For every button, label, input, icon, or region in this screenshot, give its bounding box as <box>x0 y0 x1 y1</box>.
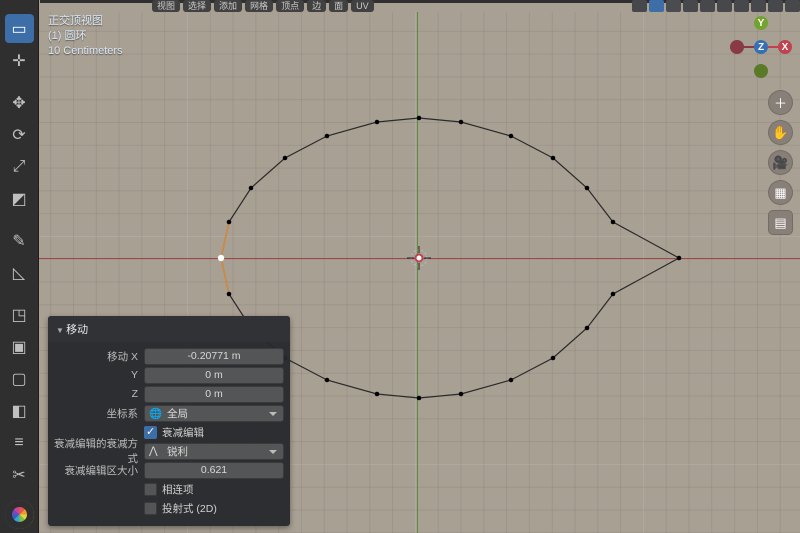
tool-select-box[interactable]: ▭ <box>5 14 34 43</box>
pie-menu-icon[interactable] <box>5 500 34 529</box>
tool-knife[interactable]: ✂ <box>5 460 34 489</box>
menu-4[interactable]: 顶点 <box>276 0 304 12</box>
header-right-toggles[interactable] <box>632 0 800 12</box>
tool-measure[interactable]: ◺ <box>5 258 34 287</box>
panel-header[interactable]: 移动 <box>48 316 290 342</box>
label-projected-2d: 投射式 (2D) <box>162 501 217 516</box>
tool-cursor[interactable]: ✛ <box>5 46 34 75</box>
axis-x <box>39 258 800 259</box>
field-move-z[interactable]: 0 m <box>144 386 284 403</box>
label-move-z: Z <box>54 388 144 400</box>
menu-1[interactable]: 选择 <box>183 0 211 12</box>
tool-move[interactable]: ✥ <box>5 88 34 117</box>
tool-sidebar: ▭✛✥⟳⤢◩✎◺◳▣▢◧≡✂◆ <box>0 0 39 533</box>
nav-gizmo[interactable]: Y Z X <box>730 16 792 78</box>
label-proportional-edit: 衰减编辑 <box>162 425 204 440</box>
field-prop-size[interactable]: 0.621 <box>144 462 284 479</box>
select-orientation[interactable]: 🌐 全局 <box>144 405 284 422</box>
tool-inset[interactable]: ▢ <box>5 364 34 393</box>
axis-x-neg[interactable] <box>730 40 744 54</box>
perspective-button[interactable]: ▦ <box>768 180 793 205</box>
axis-y <box>417 12 418 533</box>
label-falloff: 衰减编辑的衰减方式 <box>54 436 144 466</box>
viewport-nav-buttons: ＋ ✋ 🎥 ▦ ▤ <box>768 90 793 235</box>
checkbox-projected-2d[interactable] <box>144 502 157 515</box>
label-move-x: 移动 X <box>54 349 144 364</box>
header-menus: 视图选择添加网格顶点边面UV <box>152 0 374 12</box>
tool-extrude[interactable]: ▣ <box>5 332 34 361</box>
select-falloff[interactable]: ⋀ 锐利 <box>144 443 284 460</box>
tool-transform[interactable]: ◩ <box>5 184 34 213</box>
sharp-icon: ⋀ <box>149 445 158 457</box>
menu-6[interactable]: 面 <box>329 0 348 12</box>
menu-7[interactable]: UV <box>351 0 374 12</box>
axis-x-handle[interactable]: X <box>778 40 792 54</box>
globe-icon: 🌐 <box>149 407 162 420</box>
menu-0[interactable]: 视图 <box>152 0 180 12</box>
camera-button[interactable]: 🎥 <box>768 150 793 175</box>
field-move-y[interactable]: 0 m <box>144 367 284 384</box>
axis-y-neg[interactable] <box>754 64 768 78</box>
zoom-button[interactable]: ＋ <box>768 90 793 115</box>
axis-y-handle[interactable]: Y <box>754 16 768 30</box>
axis-z-handle[interactable]: Z <box>754 40 768 54</box>
menu-2[interactable]: 添加 <box>214 0 242 12</box>
field-move-x[interactable]: -0.20771 m <box>144 348 284 365</box>
tool-loop-cut[interactable]: ≡ <box>5 428 34 457</box>
menu-5[interactable]: 边 <box>307 0 326 12</box>
tool-bevel[interactable]: ◧ <box>5 396 34 425</box>
tool-scale[interactable]: ⤢ <box>5 152 34 181</box>
checkbox-connected[interactable] <box>144 483 157 496</box>
label-prop-size: 衰减编辑区大小 <box>54 463 144 478</box>
operator-panel[interactable]: 移动 移动 X -0.20771 m Y 0 m Z 0 m 坐标系 🌐 全局 … <box>48 316 290 526</box>
tool-rotate[interactable]: ⟳ <box>5 120 34 149</box>
label-move-y: Y <box>54 369 144 381</box>
toggle-grid[interactable]: ▤ <box>768 210 793 235</box>
label-connected: 相连项 <box>162 482 194 497</box>
checkbox-proportional-edit[interactable] <box>144 426 157 439</box>
menu-3[interactable]: 网格 <box>245 0 273 12</box>
tool-annotate[interactable]: ✎ <box>5 226 34 255</box>
pan-button[interactable]: ✋ <box>768 120 793 145</box>
label-orientation: 坐标系 <box>54 406 144 421</box>
viewport-overlay: 正交顶视图 (1) 圆环 10 Centimeters <box>48 14 123 59</box>
tool-add-cube[interactable]: ◳ <box>5 300 34 329</box>
